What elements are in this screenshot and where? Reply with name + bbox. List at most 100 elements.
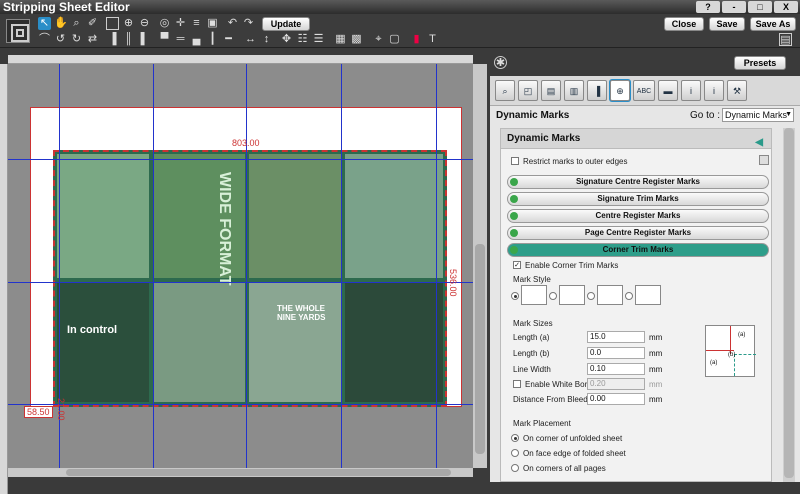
save-disk-icon[interactable]: ▣ [206, 17, 219, 30]
page-7[interactable] [249, 282, 341, 402]
page-8[interactable] [345, 282, 443, 402]
eyedropper-icon[interactable]: ✐ [86, 17, 99, 30]
distribute-h-icon[interactable]: ┃ [206, 33, 219, 46]
goto-dropdown[interactable]: Dynamic Marks ▼ [722, 108, 794, 122]
space-h-icon[interactable]: ↔ [244, 33, 257, 46]
page-icon[interactable]: ▢ [388, 33, 401, 46]
curve-icon[interactable]: ⌒ [38, 33, 51, 46]
minimize-button[interactable]: - [722, 1, 746, 13]
hand-icon[interactable]: ✋ [54, 17, 68, 30]
signature-trim-marks[interactable]: Signature Trim Marks [507, 192, 769, 206]
signature-centre-register-marks[interactable]: Signature Centre Register Marks [507, 175, 769, 189]
distribute-v-icon[interactable]: ━ [222, 33, 235, 46]
align-top-icon[interactable]: ▀ [158, 33, 171, 46]
vertical-scrollbar[interactable] [473, 64, 487, 468]
color-bar-icon[interactable]: ▮ [410, 33, 423, 46]
save-button[interactable]: Save [709, 17, 745, 31]
section-header[interactable]: Dynamic Marks ◀ [501, 129, 771, 149]
fit-page-icon[interactable] [106, 17, 119, 30]
guide-line[interactable] [246, 64, 247, 468]
zoom-in-icon[interactable]: ⊕ [122, 17, 135, 30]
page-6[interactable] [153, 282, 245, 402]
compass-icon[interactable]: ✱ [494, 56, 507, 69]
tab-stack-icon[interactable]: ▥ [564, 80, 584, 101]
tab-folder-icon[interactable]: ▤ [541, 80, 561, 101]
flip-icon[interactable]: ⇄ [86, 33, 99, 46]
align-right-icon[interactable]: ▌ [138, 33, 151, 46]
line-width-field[interactable]: 0.10 [587, 363, 645, 375]
mark-style-preview-2[interactable] [559, 285, 585, 305]
align-bottom-icon[interactable]: ▄ [190, 33, 203, 46]
update-button[interactable]: Update [262, 17, 310, 31]
align-left-icon[interactable]: ▐ [106, 33, 119, 46]
mark-style-radio-2[interactable] [549, 292, 557, 300]
distance-from-bleed-field[interactable]: 0.00 [587, 393, 645, 405]
help-button[interactable]: ? [696, 1, 720, 13]
tab-info-icon[interactable]: i [681, 80, 701, 101]
target-icon[interactable]: ◎ [158, 17, 171, 30]
crosshair-icon[interactable]: ✛ [174, 17, 187, 30]
mark-style-preview-3[interactable] [597, 285, 623, 305]
horizontal-scrollbar[interactable] [8, 468, 473, 477]
mark-style-preview-4[interactable] [635, 285, 661, 305]
white-border-checkbox[interactable] [513, 380, 521, 388]
page-1[interactable] [57, 154, 149, 278]
panel-toggle-icon[interactable]: ▤ [779, 33, 792, 46]
placement-radio-folded[interactable] [511, 449, 519, 457]
tab-marks-icon[interactable]: ⊕ [610, 80, 630, 101]
imposition-pages[interactable]: WIDE FORMAT In control THE WHOLE NINE YA… [53, 150, 447, 407]
mark-style-radio-4[interactable] [625, 292, 633, 300]
save-as-button[interactable]: Save As [750, 17, 796, 31]
white-border-field[interactable]: 0.20 [587, 378, 645, 390]
length-b-field[interactable]: 0.0 [587, 347, 645, 359]
tab-info2-icon[interactable]: i [704, 80, 724, 101]
corner-trim-marks[interactable]: Corner Trim Marks [507, 243, 769, 257]
presets-button[interactable]: Presets [734, 56, 786, 70]
placement-radio-unfolded[interactable] [511, 434, 519, 442]
close-button[interactable]: Close [664, 17, 704, 31]
page-3[interactable] [249, 154, 341, 278]
mark-style-preview-1[interactable] [521, 285, 547, 305]
guide-line[interactable] [436, 64, 437, 468]
maximize-button[interactable]: □ [748, 1, 772, 13]
guide-line[interactable] [8, 159, 473, 160]
tab-wrench-icon[interactable]: ⚒ [727, 80, 747, 101]
rotate-left-icon[interactable]: ↺ [54, 33, 67, 46]
export-icon[interactable] [759, 155, 769, 165]
layers-icon[interactable]: ≡ [190, 17, 203, 30]
snap-icon[interactable]: ▩ [350, 33, 363, 46]
align-middle-icon[interactable]: ═ [174, 33, 187, 46]
placement-radio-all-pages[interactable] [511, 464, 519, 472]
undo-icon[interactable]: ↶ [226, 17, 239, 30]
mark-style-radio-1[interactable] [511, 292, 519, 300]
zoom-out-icon[interactable]: ⊖ [138, 17, 151, 30]
centre-register-marks[interactable]: Centre Register Marks [507, 209, 769, 223]
guide-line[interactable] [8, 404, 473, 405]
text-icon[interactable]: T [426, 33, 439, 46]
tab-text-icon[interactable]: ABC [633, 80, 655, 101]
collapse-arrow-icon[interactable]: ◀ [755, 133, 763, 153]
guide-line[interactable] [341, 64, 342, 468]
group-icon[interactable]: ☷ [296, 33, 309, 46]
grid-icon[interactable]: ▦ [334, 33, 347, 46]
restrict-marks-checkbox[interactable] [511, 157, 519, 165]
redo-icon[interactable]: ↷ [242, 17, 255, 30]
close-window-button[interactable]: X [774, 1, 798, 13]
rotate-right-icon[interactable]: ↻ [70, 33, 83, 46]
page-4[interactable] [345, 154, 443, 278]
sheet-workspace[interactable]: WIDE FORMAT In control THE WHOLE NINE YA… [8, 64, 473, 468]
layout-grid-icon[interactable] [6, 19, 30, 43]
space-v-icon[interactable]: ↕ [260, 33, 273, 46]
ungroup-icon[interactable]: ☰ [312, 33, 325, 46]
guide-line[interactable] [153, 64, 154, 468]
length-a-field[interactable]: 15.0 [587, 331, 645, 343]
enable-corner-trim-checkbox[interactable]: ✓ [513, 261, 521, 269]
tab-pages-icon[interactable]: ◰ [518, 80, 538, 101]
marks-icon[interactable]: ⌖ [372, 33, 385, 46]
tab-search-icon[interactable]: ⌕ [495, 80, 515, 101]
pointer-icon[interactable]: ↖ [38, 17, 51, 30]
mark-style-radio-3[interactable] [587, 292, 595, 300]
guide-line[interactable] [8, 282, 473, 283]
page-5[interactable] [57, 282, 149, 402]
move-icon[interactable]: ✥ [280, 33, 293, 46]
